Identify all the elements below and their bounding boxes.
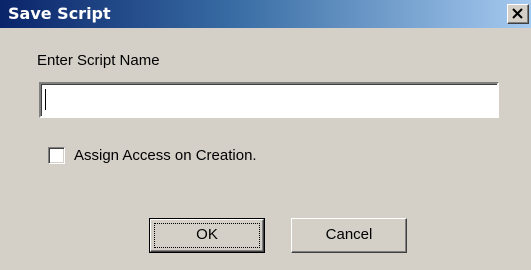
title-bar[interactable]: Save Script <box>0 0 531 28</box>
script-name-label: Enter Script Name <box>37 52 160 69</box>
script-name-input[interactable] <box>39 82 499 118</box>
ok-button-label: OK <box>196 226 218 243</box>
close-icon <box>512 8 523 19</box>
ok-button[interactable]: OK <box>149 218 265 253</box>
cancel-button[interactable]: Cancel <box>291 218 407 253</box>
dialog-title: Save Script <box>8 4 111 23</box>
assign-access-label[interactable]: Assign Access on Creation. <box>74 147 257 165</box>
assign-access-checkbox[interactable] <box>48 147 65 164</box>
close-button[interactable] <box>507 4 529 24</box>
cancel-button-label: Cancel <box>325 226 373 243</box>
text-caret <box>45 89 46 110</box>
save-script-dialog: Save Script Enter Script Name Assign Acc… <box>0 0 531 270</box>
